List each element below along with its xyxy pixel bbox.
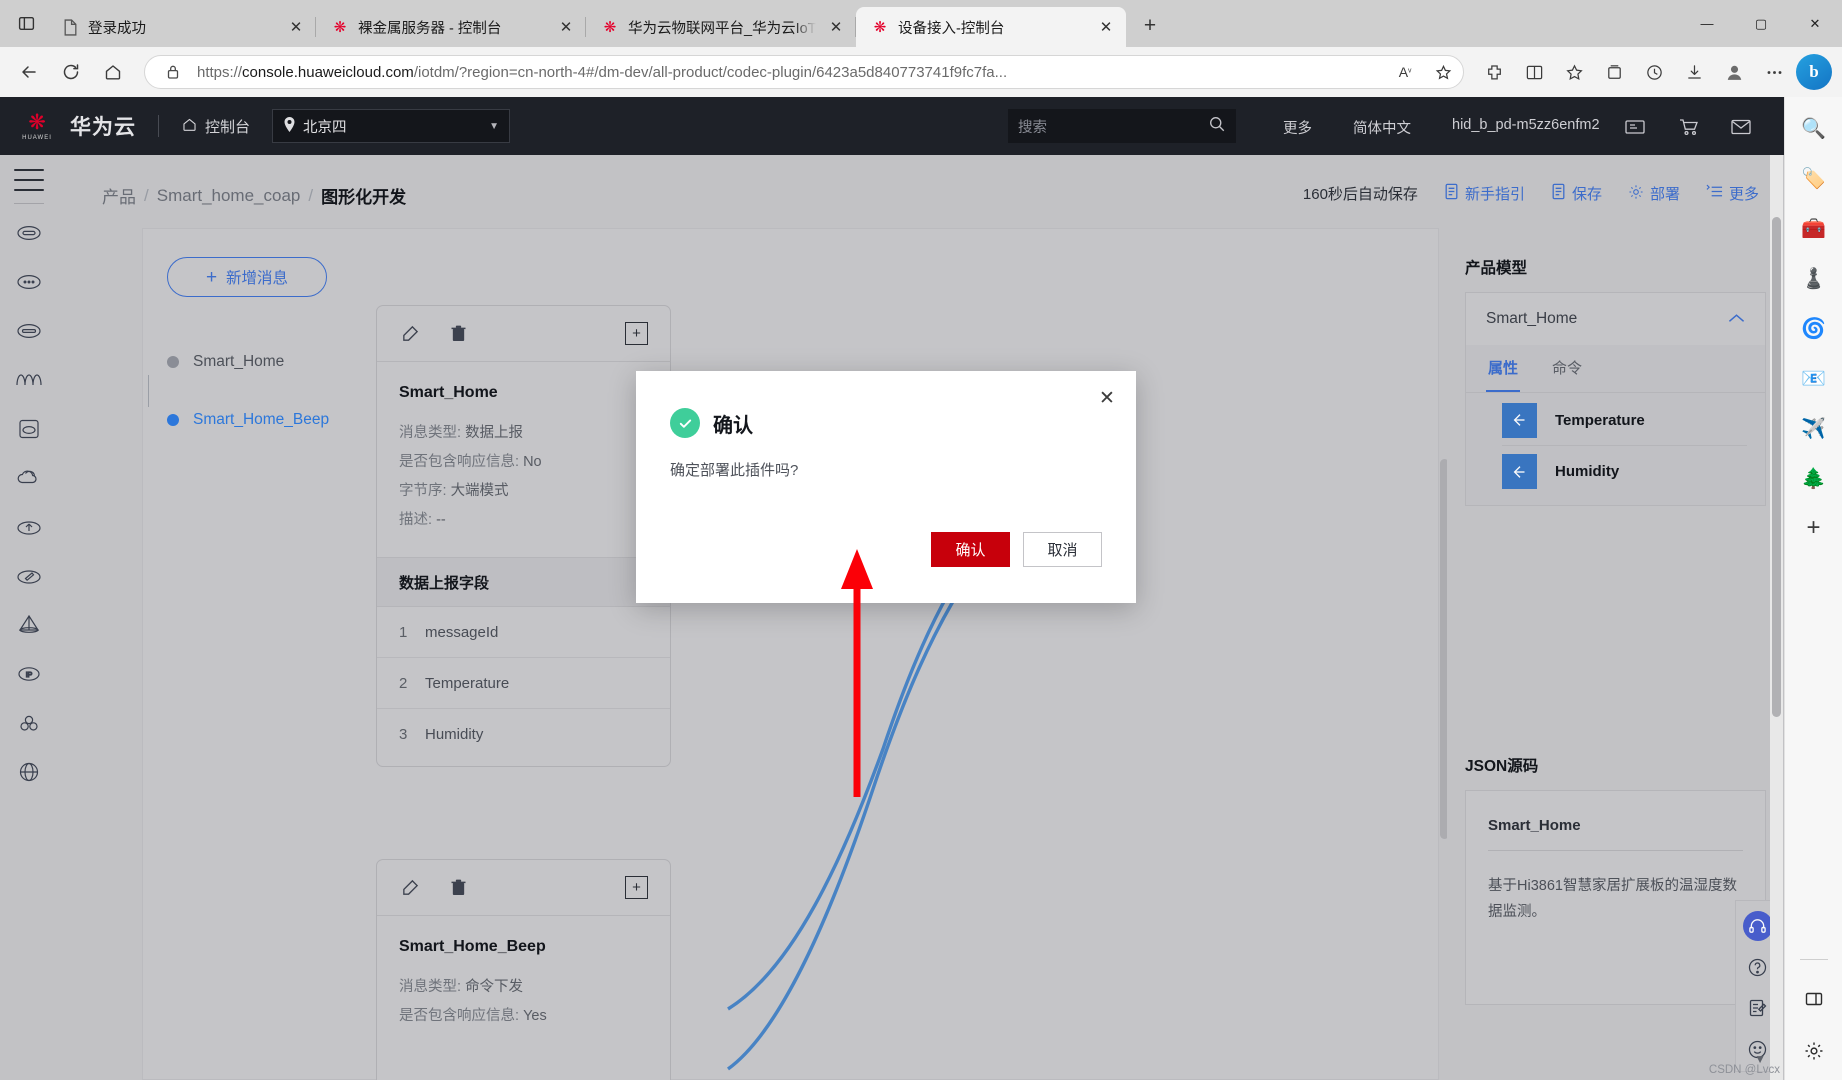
games-icon[interactable]: ♟️ [1799, 263, 1829, 293]
huawei-icon: ❋ [873, 18, 887, 36]
browser-tab-3[interactable]: ❋ 设备接入-控制台 ✕ [856, 7, 1126, 47]
dialog-title: 确认 [713, 414, 753, 437]
close-icon[interactable]: ✕ [554, 15, 578, 39]
confirm-button[interactable]: 确认 [931, 532, 1010, 567]
minimize-icon[interactable]: — [1680, 0, 1734, 47]
tab-title: 裸金属服务器 - 控制台 [358, 20, 502, 37]
downloads-icon[interactable] [1676, 54, 1712, 90]
home-icon[interactable] [94, 53, 132, 91]
close-icon[interactable]: ✕ [1094, 15, 1118, 39]
cancel-button[interactable]: 取消 [1023, 532, 1102, 567]
huawei-icon: ❋ [603, 18, 617, 36]
browser-tab-2[interactable]: ❋ 华为云物联网平台_华为云IoT平台 ✕ [586, 7, 856, 47]
microsoft365-icon[interactable]: 🌀 [1799, 313, 1829, 343]
dialog-message: 确定部署此插件吗? [670, 462, 799, 479]
tab-title: 华为云物联网平台_华为云IoT平台 [628, 20, 816, 37]
split-screen-icon[interactable] [1516, 54, 1552, 90]
favorites-icon[interactable] [1556, 54, 1592, 90]
browser-toolbar: https://console.huaweicloud.com/iotdm/?r… [0, 47, 1842, 97]
divider [1800, 959, 1828, 960]
lock-icon [159, 58, 187, 86]
close-icon[interactable]: ✕ [284, 15, 308, 39]
read-aloud-icon[interactable]: Aᵛ [1391, 58, 1419, 86]
maximize-icon[interactable]: ▢ [1734, 0, 1788, 47]
check-circle-icon [670, 408, 700, 438]
new-tab-button[interactable]: + [1132, 8, 1168, 44]
sidebar-settings-icon[interactable] [1799, 1036, 1829, 1066]
tab-title: 登录成功 [88, 20, 146, 37]
dialog-buttons: 确认 取消 [931, 532, 1102, 567]
confirm-dialog: ✕ 确认 确定部署此插件吗? 确认 取消 [636, 371, 1136, 603]
close-icon[interactable]: ✕ [824, 15, 848, 39]
copilot-icon[interactable]: b [1796, 54, 1832, 90]
history-icon[interactable] [1636, 54, 1672, 90]
page-viewport: ❋ HUAWEI 华为云 控制台 北京四 ▼ 搜索 更多 简体中文 hid_b_… [0, 97, 1784, 1080]
settings-more-icon[interactable] [1756, 54, 1792, 90]
tree-icon[interactable]: 🌲 [1799, 463, 1829, 493]
search-icon[interactable]: 🔍 [1799, 113, 1829, 143]
address-bar[interactable]: https://console.huaweicloud.com/iotdm/?r… [144, 55, 1464, 89]
tab-strip: 登录成功 ✕ ❋ 裸金属服务器 - 控制台 ✕ ❋ 华为云物联网平台_华为云Io… [0, 0, 1842, 47]
close-icon[interactable]: ✕ [1094, 385, 1120, 411]
tab-actions-button[interactable] [6, 3, 46, 43]
profile-icon[interactable] [1716, 54, 1752, 90]
url-text: https://console.huaweicloud.com/iotdm/?r… [197, 63, 1008, 81]
page-icon [60, 17, 80, 37]
chevron-down-icon[interactable]: ▼ [1754, 1052, 1766, 1066]
collections-icon[interactable] [1596, 54, 1632, 90]
tab-title: 设备接入-控制台 [898, 20, 1005, 37]
edge-sidebar: 🔍 🏷️ 🧰 ♟️ 🌀 📧 ✈️ 🌲 + [1784, 97, 1842, 1080]
browser-tab-1[interactable]: ❋ 裸金属服务器 - 控制台 ✕ [316, 7, 586, 47]
tools-icon[interactable]: 🧰 [1799, 213, 1829, 243]
edge-sidebar-bottom [1785, 951, 1842, 1066]
outlook-icon[interactable]: 📧 [1799, 363, 1829, 393]
browser-tab-0[interactable]: 登录成功 ✕ [46, 7, 316, 47]
shopping-tag-icon[interactable]: 🏷️ [1799, 163, 1829, 193]
extensions-icon[interactable] [1476, 54, 1512, 90]
telegram-icon[interactable]: ✈️ [1799, 413, 1829, 443]
browser-chrome: 登录成功 ✕ ❋ 裸金属服务器 - 控制台 ✕ ❋ 华为云物联网平台_华为云Io… [0, 0, 1842, 1080]
watermark: CSDN @Lvcx [1708, 1064, 1780, 1076]
window-controls: — ▢ ✕ [1680, 0, 1842, 47]
add-favorite-icon[interactable] [1429, 58, 1457, 86]
add-sidebar-icon[interactable]: + [1799, 513, 1829, 543]
back-icon[interactable] [10, 53, 48, 91]
reload-icon[interactable] [52, 53, 90, 91]
huawei-icon: ❋ [333, 18, 347, 36]
close-window-icon[interactable]: ✕ [1788, 0, 1842, 47]
split-pane-icon[interactable] [1799, 984, 1829, 1014]
dialog-header: 确认 [636, 371, 1136, 438]
